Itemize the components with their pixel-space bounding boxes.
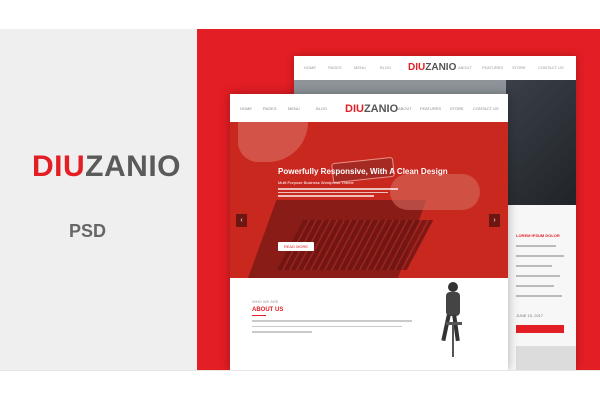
- back-logo: DIUZANIO: [408, 62, 456, 73]
- person-head: [448, 282, 458, 292]
- back-nav-item-pages[interactable]: PAGES: [328, 65, 342, 70]
- hero-title: Powerfully Responsive, With A Clean Desi…: [278, 167, 448, 176]
- about-kicker: WHO WE ARE: [252, 299, 279, 304]
- about-text-line: [252, 325, 402, 327]
- back-nav: HOME PAGES MENU BLOG DIUZANIO ABOUT FEAT…: [294, 56, 576, 80]
- brand-title-part1: DIU: [32, 150, 86, 183]
- about-title: ABOUT US: [252, 307, 284, 313]
- hero-hand: [238, 122, 308, 162]
- brand-title: DIUZANIO: [32, 152, 181, 182]
- hero-text-line: [278, 195, 374, 197]
- back-sidebar-line: [516, 275, 560, 277]
- front-mockup: HOME PAGES MENU BLOG DIUZANIO ABOUT FEAT…: [230, 94, 508, 370]
- back-sidebar-title: LOREM IPSUM DOLOR: [516, 233, 560, 238]
- back-nav-item-contact[interactable]: CONTACT US: [538, 65, 564, 70]
- back-sidebar-line: [516, 245, 556, 247]
- top-border: [0, 0, 600, 29]
- person-stool-leg: [452, 325, 454, 357]
- back-sidebar-line: [516, 255, 564, 257]
- back-nav-item-store[interactable]: STORE: [512, 65, 526, 70]
- front-nav-item-menu[interactable]: MENU: [288, 106, 300, 111]
- back-sidebar-line: [516, 265, 552, 267]
- about-divider: [252, 315, 266, 316]
- front-nav-item-contact[interactable]: CONTACT US: [473, 106, 499, 111]
- person-leg: [441, 314, 451, 342]
- about-text-line: [252, 331, 312, 333]
- back-logo-part1: DIU: [408, 62, 426, 73]
- hero-text: [278, 188, 398, 202]
- back-sidebar-date: JUNE 15, 2017: [516, 313, 544, 318]
- front-logo-part1: DIU: [345, 103, 364, 115]
- hero-slider: Powerfully Responsive, With A Clean Desi…: [230, 122, 508, 278]
- hero-arm: [390, 174, 480, 210]
- back-sidebar: LOREM IPSUM DOLOR JUNE 15, 2017: [504, 211, 576, 370]
- back-sidebar-line: [516, 295, 562, 297]
- front-nav-item-about[interactable]: ABOUT: [398, 106, 412, 111]
- front-nav-item-blog[interactable]: BLOG: [316, 106, 327, 111]
- front-logo-part2: ZANIO: [363, 103, 399, 115]
- about-text-line: [252, 320, 412, 322]
- preview-panel: HOME PAGES MENU BLOG DIUZANIO ABOUT FEAT…: [197, 29, 600, 370]
- person-stool: [446, 322, 462, 325]
- brand-subtitle: PSD: [69, 221, 107, 241]
- brand-title-part2: ZANIO: [85, 150, 181, 183]
- back-nav-item-menu[interactable]: MENU: [354, 65, 366, 70]
- back-sidebar-box: [516, 346, 576, 370]
- person-body: [446, 292, 460, 316]
- about-text: [252, 320, 412, 337]
- front-nav-item-features[interactable]: FEATURES: [420, 106, 441, 111]
- back-logo-part2: ZANIO: [425, 62, 457, 73]
- hero-read-more-button[interactable]: READ MORE: [278, 242, 314, 251]
- back-hero-keyboard: [506, 80, 576, 205]
- back-nav-item-home[interactable]: HOME: [304, 65, 316, 70]
- left-panel: [0, 29, 197, 370]
- about-person-image: [440, 282, 468, 364]
- hero-text-line: [278, 191, 388, 193]
- back-sidebar-line: [516, 285, 554, 287]
- hero-subtitle: Multi Purpose Business Wordpress Theme: [278, 180, 354, 185]
- front-nav-item-pages[interactable]: PAGES: [263, 106, 277, 111]
- slider-next-icon[interactable]: ›: [489, 214, 500, 227]
- front-logo: DIUZANIO: [345, 103, 398, 115]
- back-nav-item-blog[interactable]: BLOG: [380, 65, 391, 70]
- bottom-border: [0, 370, 600, 400]
- back-sidebar-button[interactable]: [516, 325, 564, 333]
- front-nav-item-home[interactable]: HOME: [240, 106, 252, 111]
- front-nav-item-store[interactable]: STORE: [450, 106, 464, 111]
- back-nav-item-about[interactable]: ABOUT: [458, 65, 472, 70]
- hero-text-line: [278, 188, 398, 190]
- slider-prev-icon[interactable]: ‹: [236, 214, 247, 227]
- back-nav-item-features[interactable]: FEATURES: [482, 65, 503, 70]
- front-nav: HOME PAGES MENU BLOG DIUZANIO ABOUT FEAT…: [230, 94, 508, 122]
